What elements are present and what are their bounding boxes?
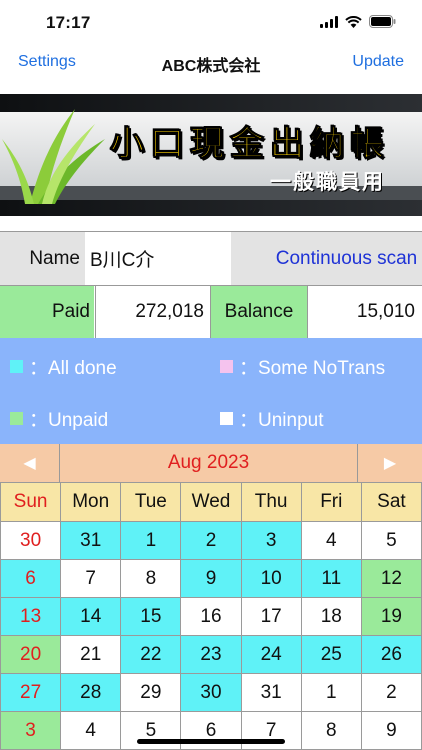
calendar-day-cell[interactable]: 9 xyxy=(360,711,422,750)
calendar-day-cell[interactable]: 8 xyxy=(300,711,362,750)
weekday-fri: Fri xyxy=(300,482,362,522)
banner-subtitle: 一般職員用 xyxy=(270,170,385,194)
calendar-week-row: 30 31 1 2 3 4 5 xyxy=(0,521,422,560)
legend-item-some-notrans: ：Some NoTrans xyxy=(220,353,385,380)
calendar-day-cell[interactable]: 14 xyxy=(60,597,122,636)
calendar-day-cell[interactable]: 5 xyxy=(360,521,422,560)
home-indicator xyxy=(137,739,285,744)
calendar-day-cell[interactable]: 15 xyxy=(120,597,182,636)
calendar-day-cell[interactable]: 12 xyxy=(360,559,422,598)
legend-label: ：Some NoTrans xyxy=(239,358,386,379)
calendar-day-cell[interactable]: 13 xyxy=(0,597,62,636)
battery-icon xyxy=(369,15,396,28)
legend-label: ：All done xyxy=(29,358,117,379)
calendar-day-cell[interactable]: 20 xyxy=(0,635,62,674)
nav-bar: Settings ABC株式会社 Update xyxy=(0,44,422,82)
calendar-day-cell[interactable]: 2 xyxy=(360,673,422,712)
weekday-thu: Thu xyxy=(240,482,302,522)
calendar-day-cell[interactable]: 27 xyxy=(0,673,62,712)
calendar-day-cell[interactable]: 28 xyxy=(60,673,122,712)
weekday-mon: Mon xyxy=(60,482,122,522)
name-value: B川C介 xyxy=(85,232,231,285)
calendar-day-cell[interactable]: 30 xyxy=(180,673,242,712)
prev-month-button[interactable]: ◀ xyxy=(0,444,60,482)
legend-item-unpaid: ：Unpaid xyxy=(10,405,108,432)
totals-row: Paid 272,018 Balance 15,010 xyxy=(0,285,422,339)
calendar-day-cell[interactable]: 3 xyxy=(0,711,62,750)
calendar-week-row: 13 14 15 16 17 18 19 xyxy=(0,597,422,636)
calendar-day-cell[interactable]: 16 xyxy=(180,597,242,636)
calendar-day-cell[interactable]: 30 xyxy=(0,521,62,560)
legend-swatch-some-notrans xyxy=(220,360,233,373)
weekday-sat: Sat xyxy=(360,482,422,522)
balance-value: 15,010 xyxy=(307,286,422,338)
calendar-day-cell[interactable]: 26 xyxy=(360,635,422,674)
calendar-day-cell[interactable]: 11 xyxy=(300,559,362,598)
signal-icon xyxy=(320,15,338,28)
legend-label: ：Unpaid xyxy=(29,410,109,431)
paid-label: Paid xyxy=(0,286,94,338)
update-button[interactable]: Update xyxy=(352,53,404,71)
calendar-day-cell[interactable]: 21 xyxy=(60,635,122,674)
weekday-header-row: Sun Mon Tue Wed Thu Fri Sat xyxy=(0,482,422,522)
calendar-day-cell[interactable]: 17 xyxy=(240,597,302,636)
legend-swatch-all-done xyxy=(10,360,23,373)
calendar-week-row: 20 21 22 23 24 25 26 xyxy=(0,635,422,674)
calendar-week-row: 27 28 29 30 31 1 2 xyxy=(0,673,422,712)
status-bar: 17:17 xyxy=(0,0,422,44)
weekday-sun: Sun xyxy=(0,482,62,522)
banner-image: 小口現金出納帳 一般職員用 xyxy=(0,94,422,216)
calendar-grid: Sun Mon Tue Wed Thu Fri Sat 30 31 1 2 3 4 5 6 7 8… xyxy=(0,482,422,750)
legend-item-uninput: ：Uninput xyxy=(220,405,324,432)
paid-value: 272,018 xyxy=(95,286,210,338)
status-legend: ：All done ：Some NoTrans ：Unpaid ：Uninput xyxy=(0,338,422,444)
calendar-day-cell[interactable]: 31 xyxy=(60,521,122,560)
calendar-day-cell[interactable]: 25 xyxy=(300,635,362,674)
calendar-day-cell[interactable]: 31 xyxy=(240,673,302,712)
calendar-day-cell[interactable]: 24 xyxy=(240,635,302,674)
legend-label: ：Uninput xyxy=(239,410,324,431)
legend-swatch-uninput xyxy=(220,412,233,425)
calendar-day-cell[interactable]: 23 xyxy=(180,635,242,674)
calendar-day-cell[interactable]: 1 xyxy=(300,673,362,712)
calendar-day-cell[interactable]: 8 xyxy=(120,559,182,598)
next-month-button[interactable]: ▶ xyxy=(357,444,422,482)
legend-item-all-done: ：All done xyxy=(10,353,117,380)
name-row: Name B川C介 Continuous scan xyxy=(0,231,422,285)
balance-label: Balance xyxy=(210,286,307,338)
weekday-wed: Wed xyxy=(180,482,242,522)
calendar-day-cell[interactable]: 2 xyxy=(180,521,242,560)
name-label: Name xyxy=(0,232,85,285)
month-title: Aug 2023 xyxy=(60,444,357,482)
calendar-header: ◀ Aug 2023 ▶ xyxy=(0,444,422,482)
status-icons xyxy=(320,15,396,28)
banner-title: 小口現金出納帳 xyxy=(110,124,390,165)
calendar-day-cell[interactable]: 9 xyxy=(180,559,242,598)
calendar-day-cell[interactable]: 4 xyxy=(300,521,362,560)
weekday-tue: Tue xyxy=(120,482,182,522)
calendar-day-cell[interactable]: 22 xyxy=(120,635,182,674)
calendar-day-cell[interactable]: 7 xyxy=(60,559,122,598)
legend-swatch-unpaid xyxy=(10,412,23,425)
calendar-week-row: 6 7 8 9 10 11 12 xyxy=(0,559,422,598)
calendar-day-cell[interactable]: 6 xyxy=(0,559,62,598)
calendar-day-cell[interactable]: 10 xyxy=(240,559,302,598)
status-time: 17:17 xyxy=(46,13,91,32)
calendar-day-cell[interactable]: 19 xyxy=(360,597,422,636)
calendar-day-cell[interactable]: 4 xyxy=(60,711,122,750)
calendar-day-cell[interactable]: 29 xyxy=(120,673,182,712)
wifi-icon xyxy=(345,15,362,28)
calendar-day-cell[interactable]: 3 xyxy=(240,521,302,560)
calendar-day-cell[interactable]: 1 xyxy=(120,521,182,560)
continuous-scan-button[interactable]: Continuous scan xyxy=(231,232,422,285)
calendar-day-cell[interactable]: 18 xyxy=(300,597,362,636)
